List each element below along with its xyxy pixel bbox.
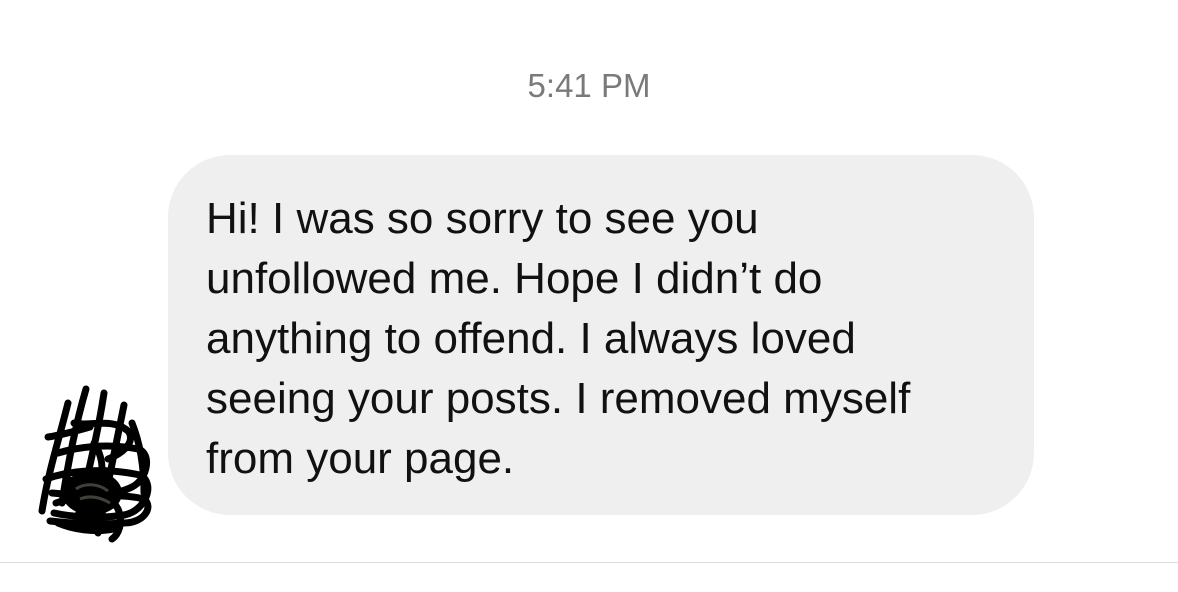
chat-thread: 5:41 PM Hi! I was so sorry to see you un… (0, 0, 1178, 592)
message-text: Hi! I was so sorry to see you unfollowed… (206, 194, 911, 483)
message-bubble[interactable]: Hi! I was so sorry to see you unfollowed… (168, 155, 1034, 515)
incoming-message-row: Hi! I was so sorry to see you unfollowed… (0, 155, 1178, 555)
scribbled-out-avatar-icon[interactable] (28, 383, 162, 543)
divider (0, 562, 1178, 563)
message-timestamp: 5:41 PM (527, 67, 651, 104)
scribble-icon (38, 385, 152, 543)
